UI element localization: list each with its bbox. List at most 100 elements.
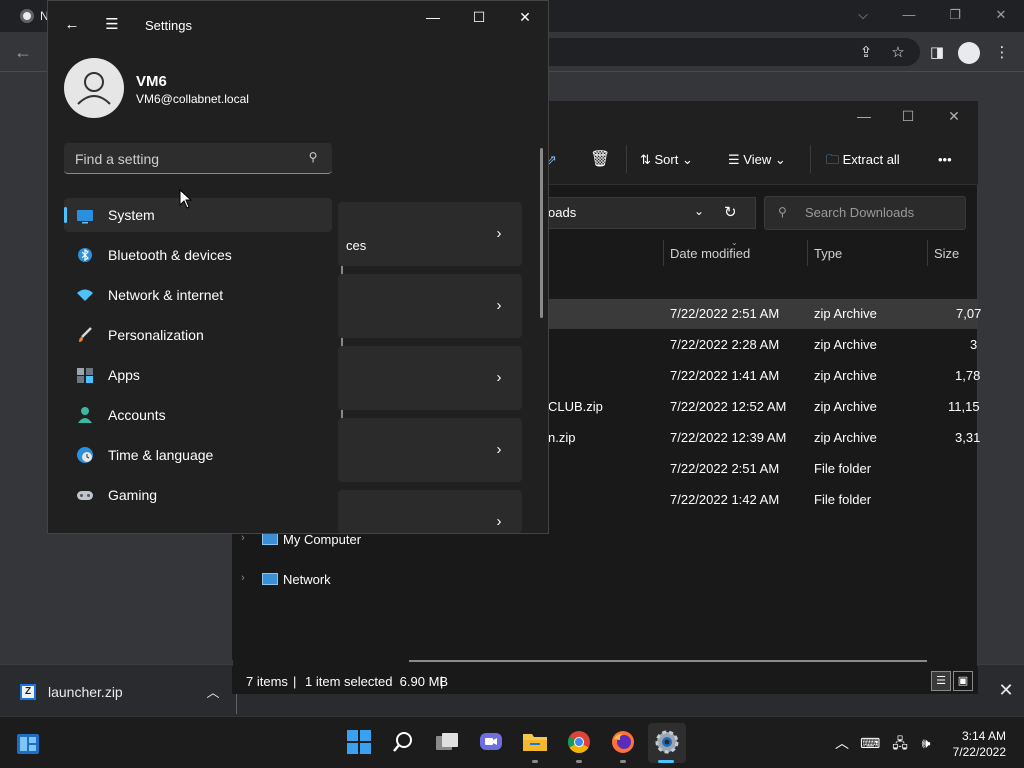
column-divider [663,240,664,266]
chrome-minimize-button[interactable]: — [886,4,932,26]
user-name: VM6 [136,73,167,90]
settings-minimize-button[interactable]: — [411,6,455,28]
file-name: CLUB.zip [548,399,603,414]
chrome-tab-search-button[interactable]: ⌵ [840,4,886,26]
sidepanel-icon[interactable]: ◨ [925,41,949,65]
search-icon[interactable] [388,727,418,757]
settings-card-text: ces [346,238,367,253]
chevron-up-icon[interactable]: ︿ [833,734,851,752]
clock-date[interactable]: 7/22/2022 [940,745,1006,759]
status-item-count: 7 items [246,674,288,689]
toolbar-divider [810,145,811,173]
computer-icon [262,533,278,545]
start-icon[interactable] [344,727,374,757]
sidebar-item-accounts[interactable] [64,398,332,432]
menu-icon[interactable]: ⋮ [990,41,1014,65]
more-options-button[interactable]: ••• [938,147,952,173]
explorer-minimize-button[interactable]: — [842,105,886,127]
delete-icon[interactable]: 🗑 [590,147,610,173]
chrome-icon[interactable] [564,727,594,757]
toolbar-divider [626,145,627,173]
chevron-down-icon: ⌄ [771,152,786,167]
network-status-icon[interactable]: 🖧 [891,734,909,752]
hamburger-menu-icon[interactable]: ☰ [97,12,127,38]
settings-close-button[interactable]: ✕ [503,6,547,28]
column-header-type[interactable]: Type [814,246,842,261]
gamepad-icon [76,486,94,504]
volume-icon[interactable]: 🕪 [917,734,935,752]
chevron-down-icon[interactable]: ⌄ [694,204,704,218]
chevron-right-icon[interactable]: › [241,572,245,584]
view-icon: ☰ [728,152,744,167]
file-explorer-icon[interactable] [520,727,550,757]
file-type: zip Archive [814,368,877,383]
chevron-right-icon: › [496,441,502,458]
keyboard-icon[interactable]: ⌨ [860,734,880,752]
file-size: 1,78 [955,368,981,383]
clock-time[interactable]: 3:14 AM [950,729,1006,743]
refresh-icon[interactable]: ↻ [724,203,737,221]
sidebar-item-apps[interactable] [64,358,332,392]
chevron-up-icon[interactable]: ︿ [204,682,222,702]
file-type: zip Archive [814,430,877,445]
sidebar-item-system[interactable] [64,198,332,232]
chrome-restore-button[interactable]: ❐ [932,4,978,26]
file-type: zip Archive [814,337,877,352]
widgets-icon[interactable] [16,733,40,755]
running-indicator [532,760,538,763]
search-icon: ⚲ [778,205,787,219]
chrome-close-button[interactable]: ✕ [978,4,1024,26]
avatar[interactable] [64,58,124,118]
back-arrow-icon[interactable]: ← [12,42,34,64]
status-divider: | [293,674,297,689]
zip-file-icon: Z [20,684,36,700]
file-size: 11,15 [948,399,980,414]
profile-icon[interactable] [958,42,980,64]
star-icon[interactable]: ☆ [886,41,910,65]
sort-icon: ⇅ [640,152,655,167]
view-button[interactable]: ☰ View ⌄ [728,147,786,173]
share-icon[interactable]: ⇪ [854,41,878,65]
active-indicator [64,207,67,223]
close-download-bar-icon[interactable]: ✕ [996,680,1016,702]
explorer-maximize-button[interactable]: ☐ [886,105,930,127]
settings-gear-icon[interactable] [652,727,682,757]
file-date: 7/22/2022 12:39 AM [670,430,787,445]
file-type: zip Archive [814,306,877,321]
extract-all-button[interactable]: 🗀 Extract all [826,147,900,173]
file-date: 7/22/2022 2:51 AM [670,461,780,476]
nav-network[interactable]: Network [283,572,331,587]
sort-indicator-icon: ⌄ [731,238,738,247]
globe-clock-icon [76,446,94,464]
settings-maximize-button[interactable]: ☐ [457,6,501,28]
running-indicator [620,760,626,763]
column-divider [927,240,928,266]
content-scrollbar[interactable] [540,148,543,318]
firefox-icon[interactable] [608,727,638,757]
tiles-view-icon[interactable]: ▣ [953,671,973,691]
column-header-size[interactable]: Size [934,246,959,261]
settings-title: Settings [145,18,192,33]
wifi-icon [76,286,94,304]
sidebar-item-gaming[interactable] [64,478,332,512]
extract-icon: 🗀 [826,152,843,167]
user-avatar-icon [77,72,111,105]
download-file-name[interactable]: launcher.zip [48,684,123,700]
chevron-down-icon: ⌄ [678,152,693,167]
details-view-icon[interactable]: ☰ [931,671,951,691]
nav-my-computer[interactable]: My Computer [283,532,361,547]
teams-chat-icon[interactable] [476,727,506,757]
horizontal-scrollbar[interactable] [409,660,927,662]
file-size: 3 [970,337,978,352]
column-divider [807,240,808,266]
sidebar-item-label: Accounts [108,407,166,423]
file-size: 3,31 [955,430,981,445]
apps-icon [76,366,94,384]
back-arrow-icon[interactable]: ← [57,12,87,38]
column-header-date[interactable]: Date modified [670,246,750,261]
chevron-right-icon: › [496,297,502,314]
explorer-close-button[interactable]: ✕ [932,105,976,127]
task-view-icon[interactable] [432,727,462,757]
file-type: zip Archive [814,399,877,414]
sort-button[interactable]: ⇅ Sort ⌄ [640,147,693,173]
